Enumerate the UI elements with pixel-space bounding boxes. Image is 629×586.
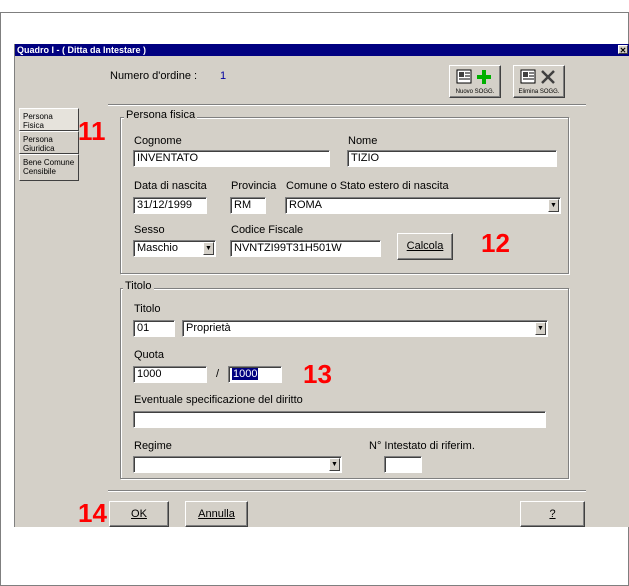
tab-label: Persona Fisica: [23, 112, 53, 130]
codice-fiscale-field[interactable]: NVNTZI99T31H501W: [230, 240, 381, 257]
tab-label: Persona Giuridica: [23, 135, 55, 153]
annulla-label: Annulla: [198, 508, 235, 520]
close-button[interactable]: ✕: [618, 45, 628, 55]
callout-13: 13: [303, 359, 332, 389]
regime-label: Regime: [134, 440, 172, 452]
specificazione-field[interactable]: [133, 411, 546, 428]
data-nascita-field[interactable]: 31/12/1999: [133, 197, 207, 214]
persona-fisica-group-title: Persona fisica: [124, 109, 198, 121]
ok-button[interactable]: OK: [109, 501, 169, 527]
comune-value: ROMA: [289, 199, 322, 211]
titolo-value: Proprietà: [186, 322, 231, 334]
specificazione-label: Eventuale specificazione del diritto: [134, 394, 303, 406]
delete-subject-label: Elimina SOGG.: [518, 89, 560, 95]
tab-persona-fisica[interactable]: Persona Fisica: [19, 108, 79, 131]
numero-ordine-value: 1: [220, 70, 227, 82]
titolo-label: Titolo: [134, 303, 161, 315]
help-label: ?: [549, 508, 556, 520]
titolo-group: [120, 288, 569, 479]
titolo-group-title: Titolo: [123, 280, 154, 292]
calcola-button[interactable]: Calcola: [397, 233, 453, 260]
regime-select[interactable]: ▼: [133, 456, 342, 473]
quota-numerator-field[interactable]: 1000: [133, 366, 207, 383]
provincia-label: Provincia: [231, 180, 277, 192]
chevron-down-icon[interactable]: ▼: [548, 199, 559, 212]
tab-label: Bene Comune Censibile: [23, 158, 75, 176]
annulla-button[interactable]: Annulla: [185, 501, 248, 527]
help-button[interactable]: ?: [520, 501, 585, 527]
intestato-label: N° Intestato di riferim.: [369, 440, 475, 452]
provincia-field[interactable]: RM: [230, 197, 266, 214]
window-title: Quadro I - ( Ditta da Intestare ): [17, 45, 147, 55]
nome-label: Nome: [348, 135, 378, 147]
quota-label: Quota: [134, 349, 164, 361]
sesso-select[interactable]: Maschio ▼: [133, 240, 216, 257]
quota-separator: /: [216, 368, 220, 380]
callout-12: 12: [481, 228, 510, 258]
card-icon: [456, 69, 472, 84]
title-bar: Quadro I - ( Ditta da Intestare ) ✕: [15, 44, 629, 56]
close-icon: ✕: [619, 46, 627, 55]
nome-field[interactable]: TIZIO: [347, 150, 557, 167]
new-subject-label: Nuovo SOGG.: [455, 89, 495, 95]
sesso-value: Maschio: [137, 242, 178, 254]
callout-14: 14: [78, 498, 107, 528]
ok-label: OK: [131, 508, 147, 520]
tab-bene-comune[interactable]: Bene Comune Censibile: [19, 154, 79, 181]
numero-ordine-label: Numero d'ordine :: [110, 70, 198, 82]
chevron-down-icon[interactable]: ▼: [535, 322, 546, 335]
footer-separator: [108, 490, 586, 492]
comune-select[interactable]: ROMA ▼: [285, 197, 561, 214]
tab-persona-giuridica[interactable]: Persona Giuridica: [19, 131, 79, 154]
intestato-field[interactable]: [384, 456, 422, 473]
plus-icon: [477, 70, 491, 84]
cognome-label: Cognome: [134, 135, 182, 147]
cross-icon: [541, 70, 555, 84]
card-icon: [520, 69, 536, 84]
quota-denominator-field[interactable]: 1000: [228, 366, 282, 383]
dialog-window: Quadro I - ( Ditta da Intestare ) ✕ Nume…: [14, 44, 629, 527]
titolo-code-field[interactable]: 01: [133, 320, 175, 337]
chevron-down-icon[interactable]: ▼: [203, 242, 214, 255]
delete-subject-button[interactable]: Elimina SOGG.: [513, 65, 565, 98]
data-nascita-label: Data di nascita: [134, 180, 207, 192]
calcola-label: Calcola: [406, 240, 444, 252]
titolo-select[interactable]: Proprietà ▼: [182, 320, 548, 337]
comune-label: Comune o Stato estero di nascita: [286, 180, 449, 192]
callout-11: 11: [78, 116, 106, 146]
new-subject-button[interactable]: Nuovo SOGG.: [449, 65, 501, 98]
chevron-down-icon[interactable]: ▼: [329, 458, 340, 471]
header-separator: [108, 104, 586, 106]
quota-denominator-value: 1000: [232, 368, 259, 380]
codice-fiscale-label: Codice Fiscale: [231, 224, 304, 236]
sesso-label: Sesso: [134, 224, 165, 236]
cognome-field[interactable]: INVENTATO: [133, 150, 330, 167]
